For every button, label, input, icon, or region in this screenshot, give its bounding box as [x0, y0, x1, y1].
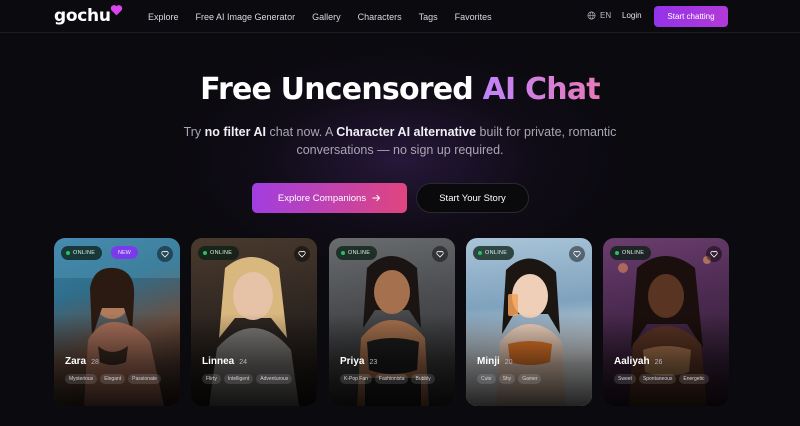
online-badge: ONLINE	[336, 246, 378, 260]
card-name: Zara	[65, 356, 87, 367]
tag: Intelligent	[223, 374, 254, 384]
card-age: 28	[91, 359, 99, 366]
tag: K-Pop Fan	[340, 374, 372, 384]
arrow-right-icon	[372, 194, 381, 202]
nav-link-characters[interactable]: Characters	[358, 12, 402, 22]
heart-icon	[710, 250, 718, 258]
start-chatting-button[interactable]: Start chatting	[654, 6, 728, 27]
card-tags: Sweet Spontaneous Energetic	[614, 374, 722, 384]
nav-link-tags[interactable]: Tags	[419, 12, 438, 22]
online-dot-icon	[66, 251, 70, 255]
heart-icon	[298, 250, 306, 258]
hero-sub-text-1: Try	[183, 125, 205, 139]
card-age: 20	[504, 359, 513, 366]
card-name-row: Minji 20	[477, 356, 513, 367]
heart-icon	[436, 250, 444, 258]
favorite-button[interactable]	[706, 246, 722, 262]
language-selector[interactable]: EN	[587, 11, 611, 20]
online-label: ONLINE	[622, 250, 645, 256]
online-label: ONLINE	[348, 250, 371, 256]
online-badge: ONLINE	[473, 246, 515, 260]
card-age: 26	[654, 359, 663, 366]
nav-links: Explore Free AI Image Generator Gallery …	[148, 0, 509, 33]
nav-link-favorites[interactable]: Favorites	[455, 12, 492, 22]
heart-logo-icon	[110, 5, 123, 16]
tag: Spontaneous	[638, 374, 677, 384]
nav-link-image-generator[interactable]: Free AI Image Generator	[196, 12, 296, 22]
globe-icon	[587, 11, 596, 20]
character-card-linnea[interactable]: ONLINE Linnea 24 Flirty Intelligent Adven…	[191, 238, 317, 406]
tag: Elegant	[100, 374, 126, 384]
heart-icon	[573, 250, 581, 258]
online-dot-icon	[203, 251, 207, 255]
hero-title-main: Free Uncensored	[200, 72, 483, 107]
online-label: ONLINE	[485, 250, 508, 256]
tag: Shy	[498, 374, 516, 384]
logo[interactable]: gochu	[54, 6, 111, 26]
tag: Adventurous	[256, 374, 293, 384]
nav-link-explore[interactable]: Explore	[148, 12, 179, 22]
online-dot-icon	[478, 251, 482, 255]
character-card-priya[interactable]: ONLINE Priya 23 K-Pop Fan Fashionista Bub…	[329, 238, 455, 406]
language-label: EN	[600, 11, 612, 20]
card-name: Priya	[340, 356, 365, 367]
online-dot-icon	[341, 251, 345, 255]
tag: Gamer	[518, 374, 542, 384]
hero-sub-bold-1: no filter AI	[204, 125, 266, 139]
tag: Cute	[477, 374, 496, 384]
hero-subtitle: Try no filter AI chat now. A Character A…	[170, 123, 630, 159]
card-tags: K-Pop Fan Fashionista Bubbly	[340, 374, 448, 384]
card-name: Linnea	[202, 356, 235, 367]
tag: Passionate	[128, 374, 161, 384]
card-name: Minji	[477, 356, 500, 367]
tag: Sweet	[614, 374, 636, 384]
explore-companions-label: Explore Companions	[277, 192, 367, 204]
online-label: ONLINE	[210, 250, 233, 256]
card-tags: Cute Shy Gamer	[477, 374, 585, 384]
online-badge: ONLINE	[610, 246, 652, 260]
tag: Flirty	[202, 374, 221, 384]
tag: Fashionista	[374, 374, 409, 384]
start-your-story-button[interactable]: Start Your Story	[416, 183, 529, 213]
explore-companions-button[interactable]: Explore Companions	[252, 183, 407, 213]
login-link[interactable]: Login	[622, 11, 642, 20]
card-age: 24	[239, 359, 248, 366]
hero-sub-text-2: chat now. A	[265, 125, 337, 139]
nav-link-gallery[interactable]: Gallery	[312, 12, 341, 22]
card-name-row: Priya 23	[340, 356, 377, 367]
new-badge: NEW	[111, 246, 138, 259]
card-tags: Mysterious Elegant Passionate	[65, 374, 173, 384]
favorite-button[interactable]	[569, 246, 585, 262]
card-name-row: Zara 28	[65, 356, 99, 367]
character-card-aaliyah[interactable]: ONLINE Aaliyah 26 Sweet Spontaneous Energ…	[603, 238, 729, 406]
hero-sub-bold-2: Character AI alternative	[336, 125, 477, 139]
tag: Mysterious	[65, 374, 98, 384]
card-name: Aaliyah	[614, 356, 650, 367]
card-name-row: Aaliyah 26	[614, 356, 662, 367]
character-card-minji[interactable]: ONLINE Minji 20 Cute Shy Gamer	[466, 238, 592, 406]
card-age: 23	[369, 359, 378, 366]
hero-title: Free Uncensored AI Chat	[0, 72, 800, 107]
favorite-button[interactable]	[432, 246, 448, 262]
online-badge: ONLINE	[198, 246, 240, 260]
top-nav: gochu Explore Free AI Image Generator Ga…	[0, 0, 800, 33]
heart-icon	[161, 250, 169, 258]
online-badge: ONLINE	[61, 246, 103, 260]
tag: Bubbly	[411, 374, 435, 384]
tag: Energetic	[679, 374, 709, 384]
online-dot-icon	[615, 251, 619, 255]
favorite-button[interactable]	[157, 246, 173, 262]
online-label: ONLINE	[73, 250, 96, 256]
favorite-button[interactable]	[294, 246, 310, 262]
hero-title-accent: AI Chat	[482, 72, 601, 107]
character-card-zara[interactable]: ONLINE NEW Zara 28 Mysterious Elegant Pas…	[54, 238, 180, 406]
card-name-row: Linnea 24	[202, 356, 247, 367]
card-tags: Flirty Intelligent Adventurous	[202, 374, 310, 384]
